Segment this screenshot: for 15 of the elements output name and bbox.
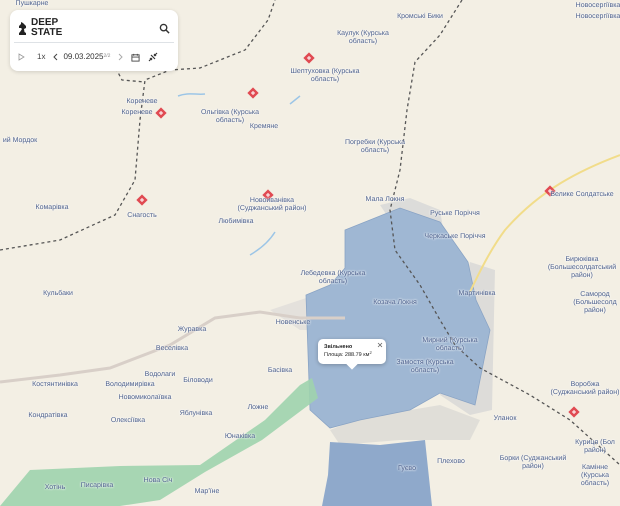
calendar-icon[interactable] xyxy=(131,52,140,62)
knight-logo-icon xyxy=(18,22,27,34)
chevron-left-icon[interactable] xyxy=(53,53,58,61)
warning-marker-icon[interactable] xyxy=(247,87,259,99)
warning-marker-icon[interactable] xyxy=(136,194,148,206)
warning-marker-icon[interactable] xyxy=(303,52,315,64)
speed-button[interactable]: 1x xyxy=(37,53,46,61)
play-icon[interactable] xyxy=(18,53,25,61)
warning-marker-icon[interactable] xyxy=(568,406,580,418)
logo-text: DEEP STATE xyxy=(31,18,62,38)
close-icon[interactable] xyxy=(377,342,383,348)
date-label: 09.03.2025$^{2/2}$ xyxy=(63,51,110,63)
satellite-icon[interactable] xyxy=(148,52,158,62)
search-icon[interactable] xyxy=(159,22,170,34)
warning-marker-icon[interactable] xyxy=(155,107,167,119)
